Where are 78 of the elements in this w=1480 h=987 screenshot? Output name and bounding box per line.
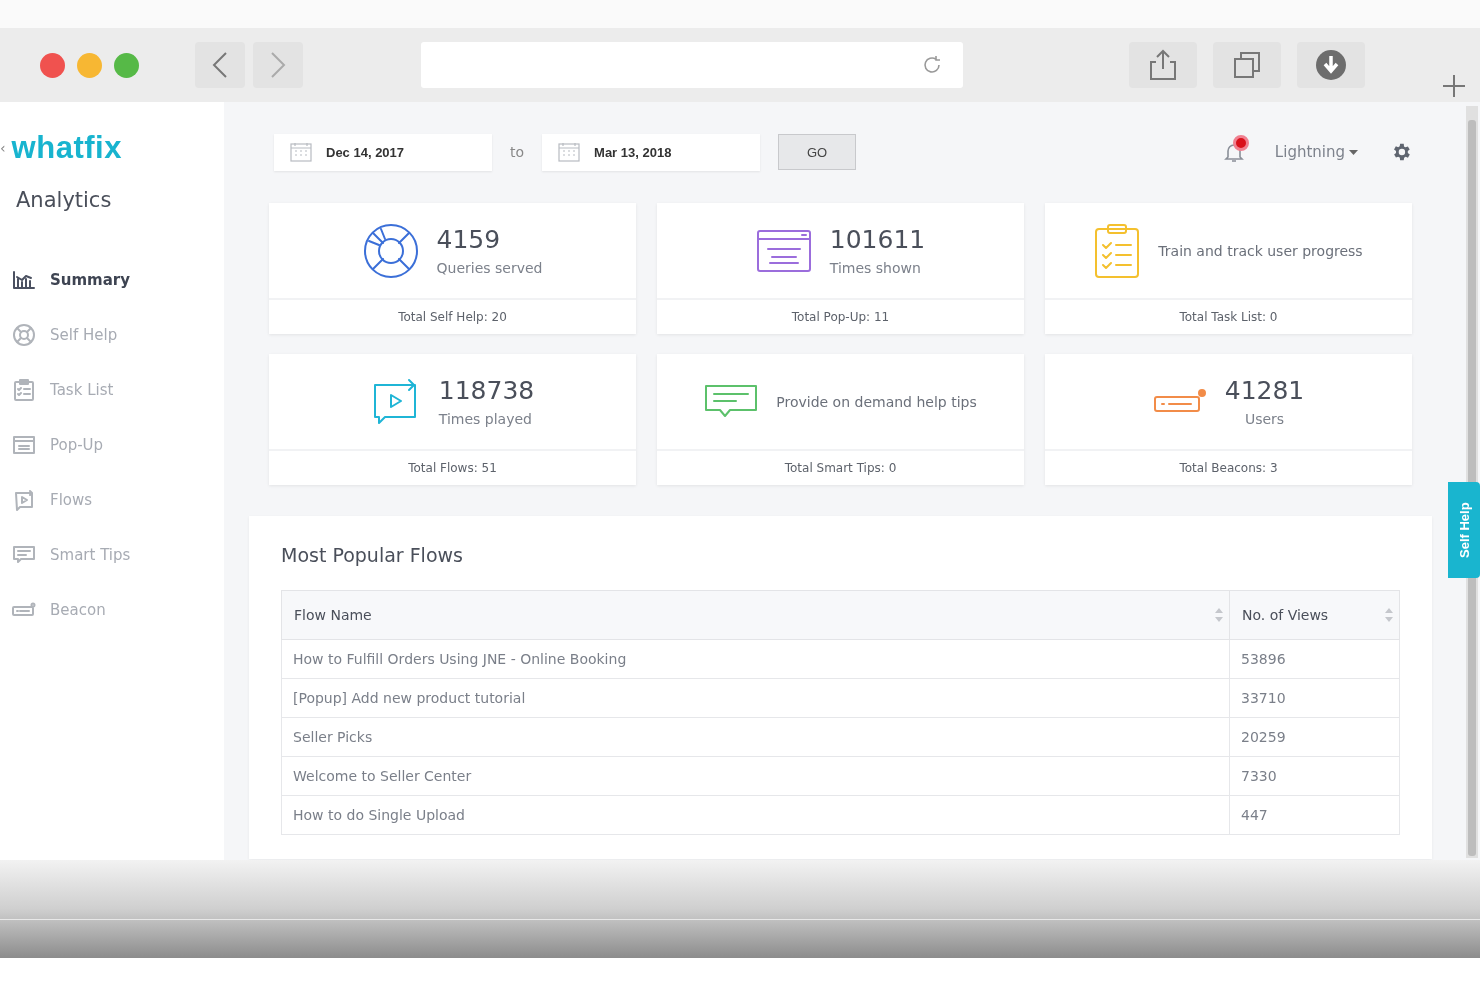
card-description: Train and track user progress — [1158, 242, 1363, 259]
stat-value: 118738 — [438, 376, 535, 405]
column-header[interactable]: Flow Name — [281, 590, 1230, 640]
sidebar-item[interactable]: Task List — [0, 362, 224, 417]
stat-caption: Users — [1244, 411, 1285, 427]
table-cell: Welcome to Seller Center — [281, 756, 1230, 796]
back-icon — [212, 51, 228, 79]
sidebar-item[interactable]: Pop-Up — [0, 417, 224, 472]
to-label: to — [510, 144, 525, 160]
sidebar-item[interactable]: Self Help — [0, 307, 224, 362]
stat-value: 41281 — [1224, 376, 1305, 405]
caret-icon — [1349, 149, 1358, 155]
sidebar-item[interactable]: Summary — [0, 252, 224, 307]
maximize-icon[interactable] — [114, 52, 139, 78]
beacon-icon — [12, 601, 36, 618]
forward-icon — [270, 51, 286, 79]
table-cell: 33710 — [1229, 678, 1400, 718]
table-cell: 53896 — [1229, 639, 1400, 679]
forward-button[interactable] — [253, 42, 303, 88]
stat-caption: Times played — [438, 411, 532, 427]
sidebar-title: Analytics — [16, 188, 112, 212]
minimize-icon[interactable] — [77, 52, 102, 78]
window-icon — [12, 433, 36, 456]
sort-icon[interactable] — [1385, 608, 1393, 622]
download-icon — [1315, 49, 1347, 81]
end-date-field[interactable]: Mar 13, 2018 — [542, 133, 761, 171]
close-icon[interactable] — [40, 52, 65, 78]
copy-icon — [1232, 50, 1262, 80]
panel-title: Most Popular Flows — [281, 544, 463, 566]
sort-icon[interactable] — [1215, 608, 1223, 622]
window-icon — [755, 228, 812, 273]
card-description: Provide on demand help tips — [776, 393, 977, 410]
share-button[interactable] — [1129, 42, 1197, 88]
new-tab-button[interactable] — [1440, 72, 1468, 100]
lifebuoy-icon — [12, 322, 36, 347]
card-footer-text: Total Task List: 0 — [1179, 310, 1278, 324]
calendar-icon — [558, 142, 581, 162]
download-button[interactable] — [1297, 42, 1365, 88]
card-footer-text: Total Pop-Up: 11 — [791, 310, 890, 324]
table-cell: How to do Single Upload — [281, 795, 1230, 835]
lifebuoy-icon — [362, 222, 419, 279]
table-cell: 20259 — [1229, 717, 1400, 757]
stat-caption: Times shown — [829, 260, 921, 276]
card-footer-text: Total Smart Tips: 0 — [784, 461, 897, 475]
card-footer-text: Total Self Help: 20 — [398, 310, 507, 324]
go-button[interactable]: GO — [778, 134, 857, 170]
account-dropdown[interactable]: Lightning — [1274, 143, 1358, 161]
table-cell: How to Fulfill Orders Using JNE - Online Booking — [281, 639, 1230, 679]
speech-bubble-icon — [704, 383, 759, 420]
tabs-button[interactable] — [1213, 42, 1281, 88]
start-date-field[interactable]: Dec 14, 2017 — [274, 133, 492, 171]
reload-icon[interactable] — [921, 54, 943, 76]
sidebar-item[interactable]: Flows — [0, 472, 224, 527]
address-field[interactable] — [421, 42, 963, 88]
table-cell: [Popup] Add new product tutorial — [281, 678, 1230, 718]
clipboard-icon — [12, 377, 36, 402]
bell-icon — [1222, 141, 1245, 163]
back-button[interactable] — [195, 42, 245, 88]
play-window-icon — [12, 487, 36, 512]
logo: whatfix — [11, 130, 122, 166]
sidebar-item[interactable]: Beacon — [0, 582, 224, 637]
share-icon — [1148, 49, 1178, 81]
table-cell: 447 — [1229, 795, 1400, 835]
calendar-icon — [290, 142, 312, 162]
stat-value: 4159 — [436, 225, 501, 254]
collapse-button[interactable]: ‹ — [0, 140, 6, 156]
stat-value: 101611 — [829, 225, 926, 254]
self-help-popup[interactable]: Self Help — [1448, 482, 1480, 578]
bar-chart-icon — [12, 269, 36, 290]
sidebar-item[interactable]: Smart Tips — [0, 527, 224, 582]
table-cell: Seller Picks — [281, 717, 1230, 757]
stat-caption: Queries served — [436, 260, 543, 276]
card-footer-text: Total Flows: 51 — [408, 461, 497, 475]
speech-bubble-icon — [12, 543, 36, 566]
card-footer-text: Total Beacons: 3 — [1179, 461, 1278, 475]
column-header[interactable]: No. of Views — [1229, 590, 1400, 640]
clipboard-icon — [1094, 222, 1141, 279]
table-cell: 7330 — [1229, 756, 1400, 796]
